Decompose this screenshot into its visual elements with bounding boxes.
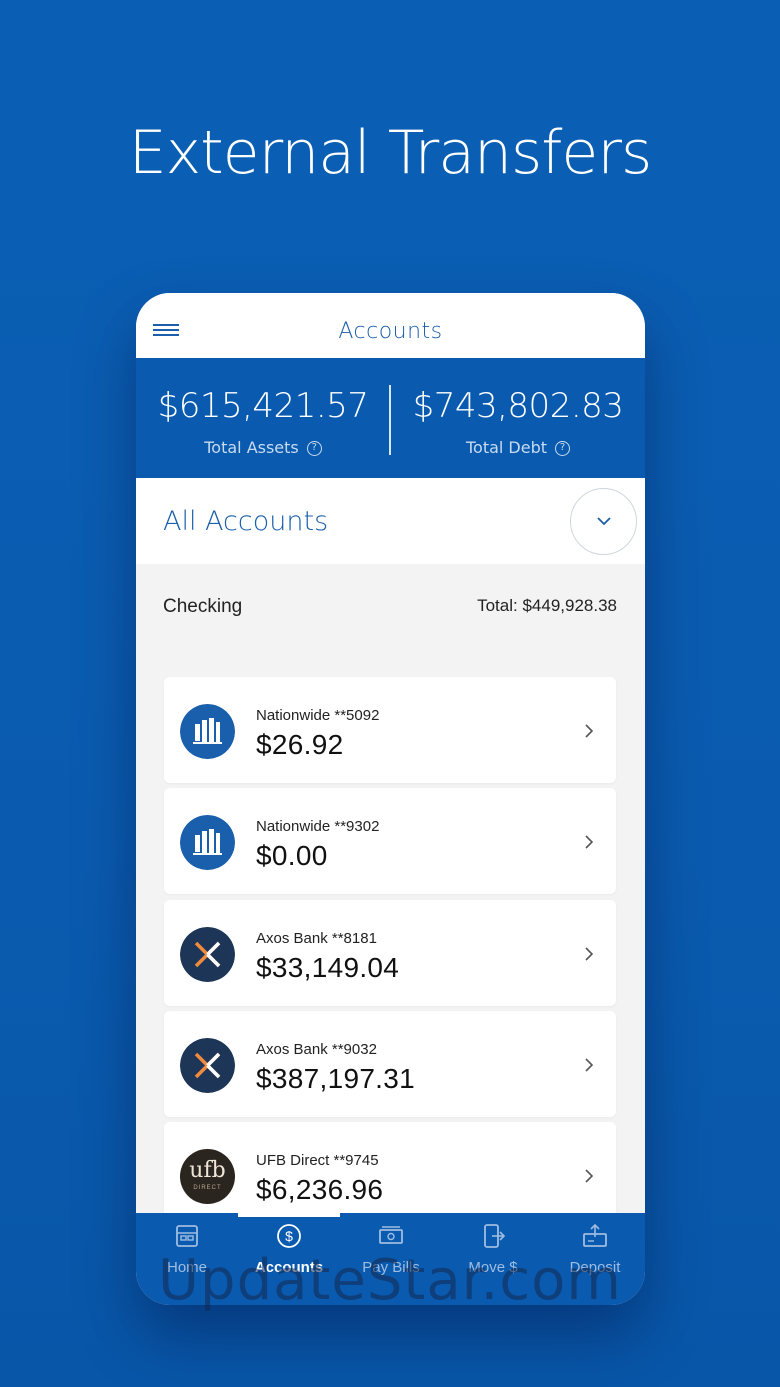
total-debt-label: Total Debt? (391, 438, 645, 457)
total-assets: $615,421.57 Total Assets? (136, 358, 390, 478)
chevron-down-icon (597, 517, 611, 526)
section-header: Checking Total: $449,928.38 (136, 564, 645, 654)
ufb-logo-text: ufb (189, 1158, 226, 1183)
account-balance: $0.00 (256, 840, 328, 871)
transfer-icon (484, 1224, 506, 1248)
total-debt-amount: $743,802.83 (412, 386, 624, 426)
total-assets-label-text: Total Assets (204, 438, 299, 457)
help-icon[interactable]: ? (306, 441, 322, 456)
ufb-logo-icon: ufb DIRECT (180, 1149, 235, 1204)
account-name: Axos Bank **8181 (256, 930, 377, 947)
page-title: Accounts (338, 319, 443, 344)
account-name: UFB Direct **9745 (256, 1152, 379, 1169)
account-balance: $6,236.96 (256, 1174, 384, 1205)
chevron-right-icon (585, 724, 594, 738)
phone-screen: Accounts $615,421.57 Total Assets? $743,… (136, 293, 645, 1305)
account-filter-label: All Accounts (163, 506, 329, 537)
account-name: Nationwide **9302 (256, 818, 380, 835)
axos-logo-icon (180, 927, 235, 982)
section-name: Checking (163, 596, 243, 617)
account-card[interactable]: Axos Bank **9032 $387,197.31 (164, 1011, 616, 1117)
account-balance: $387,197.31 (256, 1063, 416, 1094)
chevron-right-icon (585, 947, 594, 961)
total-assets-amount: $615,421.57 (157, 386, 369, 426)
chevron-right-icon (585, 1058, 594, 1072)
account-name: Axos Bank **9032 (256, 1041, 377, 1058)
chevron-right-icon (585, 835, 594, 849)
ufb-logo-subtext: DIRECT (193, 1185, 222, 1191)
nationwide-logo-icon (180, 704, 235, 759)
total-debt: $743,802.83 Total Debt? (391, 358, 645, 478)
help-icon[interactable]: ? (555, 441, 571, 456)
chevron-right-icon (585, 1169, 594, 1183)
svg-text:$: $ (285, 1228, 293, 1244)
account-balance: $26.92 (256, 729, 344, 760)
axos-logo-icon (180, 1038, 235, 1093)
account-name: Nationwide **5092 (256, 707, 380, 724)
dollar-circle-icon: $ (277, 1224, 301, 1248)
top-bar: Accounts (136, 293, 645, 358)
hero-title: External Transfers (128, 118, 653, 188)
home-icon (176, 1225, 198, 1247)
account-card[interactable]: Axos Bank **8181 $33,149.04 (164, 900, 616, 1006)
nationwide-logo-icon (180, 815, 235, 870)
account-card[interactable]: Nationwide **9302 $0.00 (164, 788, 616, 894)
bill-icon (379, 1226, 403, 1244)
total-assets-label: Total Assets? (136, 438, 390, 457)
total-debt-label-text: Total Debt (465, 438, 548, 457)
deposit-icon (583, 1223, 607, 1247)
account-balance: $33,149.04 (256, 952, 400, 983)
account-card[interactable]: Nationwide **5092 $26.92 (164, 677, 616, 783)
section-total: Total: $449,928.38 (477, 596, 617, 615)
account-filter[interactable]: All Accounts (136, 478, 645, 564)
balance-summary: $615,421.57 Total Assets? $743,802.83 To… (136, 358, 645, 478)
watermark: UpdateStar.com (158, 1248, 622, 1313)
expand-filter-button[interactable] (570, 488, 637, 555)
